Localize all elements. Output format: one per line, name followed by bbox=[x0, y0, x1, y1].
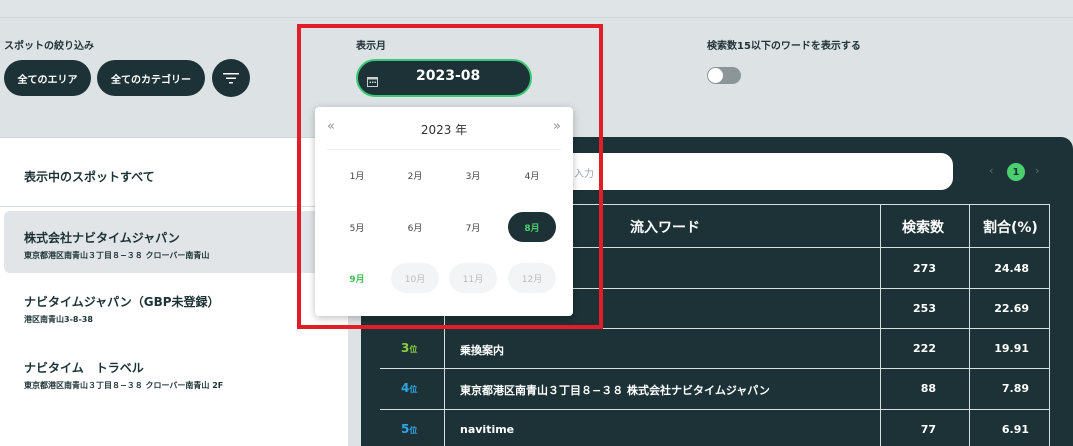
table-border bbox=[880, 204, 881, 446]
spot-list-panel: 表示中のスポットすべて 株式会社ナビタイムジャパン 東京都港区南青山３丁目８−３… bbox=[0, 137, 348, 446]
area-filter-button[interactable]: 全てのエリア bbox=[4, 60, 91, 96]
divider bbox=[0, 206, 348, 207]
cell-word: navitime bbox=[460, 423, 515, 436]
spot-list-header: 表示中のスポットすべて bbox=[24, 170, 155, 184]
spot-item[interactable]: ナビタイム トラベル 東京都港区南青山３丁目８−３８ クローバー南青山 2F bbox=[4, 341, 348, 403]
filter-icon bbox=[223, 73, 239, 84]
cell-count: 253 bbox=[913, 302, 936, 315]
column-header-word: 流入ワード bbox=[630, 220, 700, 236]
table-border bbox=[380, 409, 1050, 410]
rank-suffix: 位 bbox=[409, 426, 418, 435]
rank-badge: 3位 bbox=[401, 341, 417, 355]
column-header-ratio: 割合(%) bbox=[983, 220, 1038, 236]
rank-badge: 5位 bbox=[401, 422, 417, 436]
cell-word: 東京都港区南青山３丁目８−３８ 株式会社ナビタイムジャパン bbox=[460, 384, 770, 397]
cell-count: 273 bbox=[913, 262, 936, 275]
rank-suffix: 位 bbox=[409, 345, 418, 354]
low-count-toggle-label: 検索数15以下のワードを表示する bbox=[707, 41, 861, 52]
table-border bbox=[380, 368, 1050, 369]
cell-ratio: 22.69 bbox=[994, 302, 1029, 315]
cell-ratio: 7.89 bbox=[1001, 382, 1029, 395]
cell-count: 222 bbox=[913, 342, 936, 355]
pager-current-page[interactable]: 1 bbox=[1007, 163, 1025, 181]
category-filter-button[interactable]: 全てのカテゴリー bbox=[97, 60, 205, 96]
cell-ratio: 19.91 bbox=[994, 342, 1029, 355]
low-count-toggle[interactable] bbox=[707, 67, 741, 84]
cell-word: 乗換案内 bbox=[460, 344, 504, 357]
spot-filter-label: スポットの絞り込み bbox=[4, 41, 94, 52]
top-bar bbox=[0, 0, 1073, 18]
cell-ratio: 24.48 bbox=[994, 262, 1029, 275]
pager-prev-button[interactable]: ‹ bbox=[989, 164, 993, 177]
rank-badge: 4位 bbox=[401, 381, 417, 395]
table-border bbox=[1049, 204, 1050, 446]
filter-options-button[interactable] bbox=[212, 59, 250, 97]
rank-suffix: 位 bbox=[409, 385, 418, 394]
cell-count: 88 bbox=[920, 382, 936, 395]
table-border bbox=[969, 204, 970, 446]
highlight-annotation-box bbox=[297, 24, 603, 329]
column-header-count: 検索数 bbox=[902, 220, 944, 236]
pager-next-button[interactable]: › bbox=[1035, 164, 1039, 177]
toggle-knob bbox=[708, 68, 723, 83]
cell-ratio: 6.91 bbox=[1001, 423, 1029, 436]
cell-count: 77 bbox=[920, 423, 936, 436]
spot-address: 東京都港区南青山３丁目８−３８ クローバー南青山 2F bbox=[24, 381, 224, 390]
spot-name: ナビタイム トラベル bbox=[24, 361, 144, 375]
